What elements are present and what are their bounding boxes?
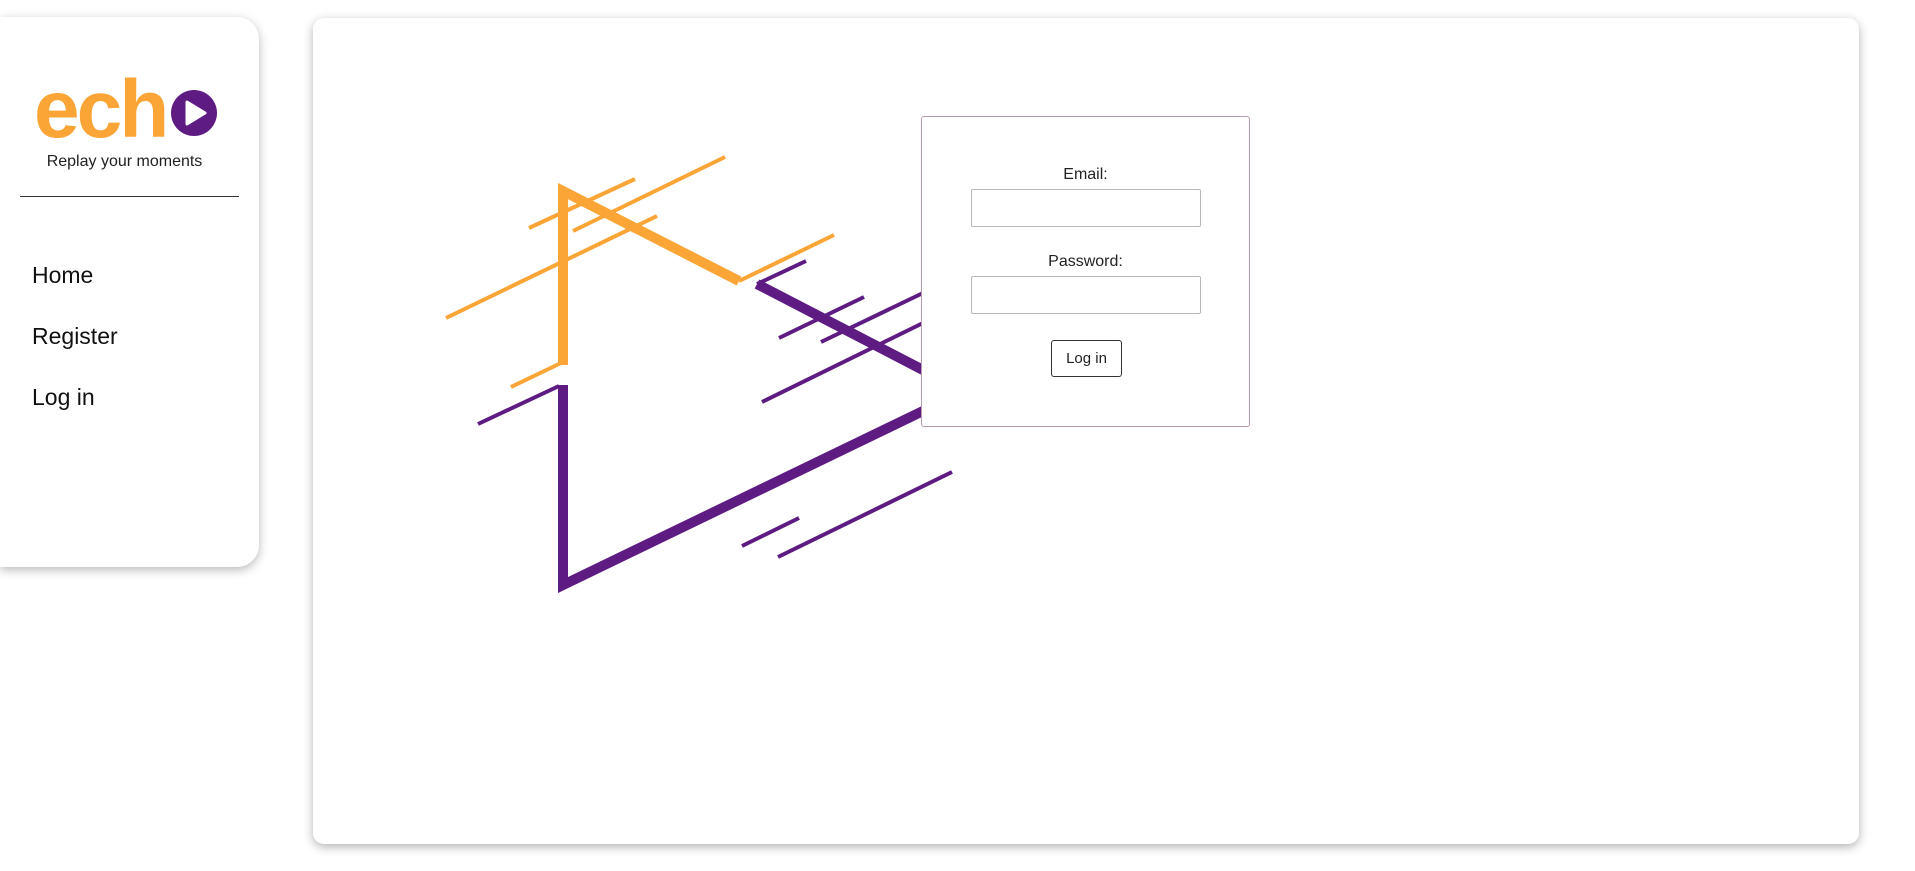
tagline: Replay your moments <box>46 153 203 170</box>
echo-logo: ech <box>34 67 217 145</box>
logo-wordmark: ech <box>34 67 166 145</box>
main-panel: Email: Password: Log in <box>313 18 1859 844</box>
password-field[interactable] <box>971 276 1201 314</box>
nav-item-log-in[interactable]: Log in <box>32 383 118 444</box>
password-label: Password: <box>1048 253 1123 270</box>
sidebar-nav: Home Register Log in <box>32 261 118 444</box>
log-in-button[interactable]: Log in <box>1051 340 1122 377</box>
email-field[interactable] <box>971 189 1201 227</box>
sidebar: ech Replay your moments Home Register Lo… <box>0 17 259 567</box>
nav-item-register[interactable]: Register <box>32 322 118 383</box>
play-circle-icon <box>171 90 217 136</box>
divider <box>20 196 239 197</box>
login-form: Email: Password: Log in <box>921 116 1250 427</box>
email-label: Email: <box>1063 166 1108 183</box>
nav-item-home[interactable]: Home <box>32 261 118 322</box>
